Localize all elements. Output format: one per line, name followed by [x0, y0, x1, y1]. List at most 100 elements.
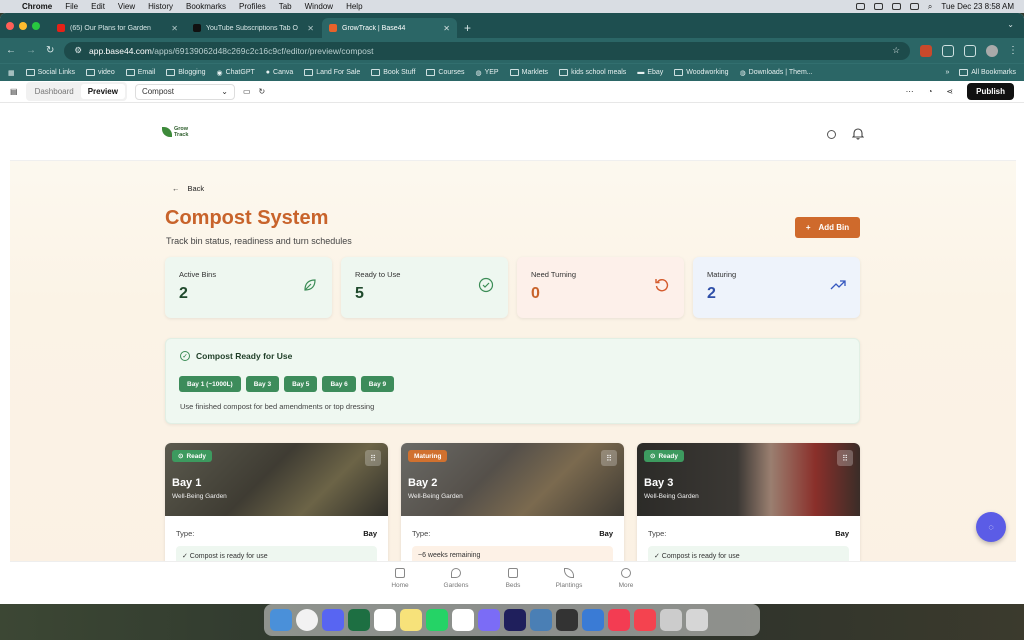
nav-more[interactable]: More: [601, 568, 651, 589]
bookmark-item[interactable]: ● Canva: [266, 69, 293, 76]
reminders-icon[interactable]: [452, 609, 474, 631]
drag-handle-icon[interactable]: ⠿: [601, 450, 617, 466]
finder-icon[interactable]: [270, 609, 292, 631]
bookmark-item[interactable]: Book Stuff: [371, 69, 415, 76]
app-icon[interactable]: [530, 609, 552, 631]
nav-home[interactable]: Home: [375, 568, 425, 589]
bookmark-item[interactable]: Marklets: [509, 69, 548, 76]
bookmark-item[interactable]: video: [85, 69, 115, 76]
bookmark-item[interactable]: Woodworking: [674, 69, 729, 76]
app-icon[interactable]: [478, 609, 500, 631]
news-icon[interactable]: [634, 609, 656, 631]
search-icon[interactable]: ⌕: [928, 2, 932, 12]
bin-card[interactable]: ⊙ Ready ⠿ Bay 3 Well-Being Garden Type: Ba…: [637, 443, 860, 573]
menu-edit[interactable]: Edit: [91, 2, 105, 11]
extension-icon[interactable]: [920, 44, 932, 57]
bookmark-item[interactable]: ◉ ChatGPT: [216, 69, 254, 77]
forward-arrow-icon[interactable]: →: [26, 45, 36, 56]
premiere-icon[interactable]: [504, 609, 526, 631]
media-icon[interactable]: [964, 44, 976, 57]
minimize-window-button[interactable]: [19, 21, 27, 30]
chevron-down-icon[interactable]: ⌄: [1007, 20, 1014, 29]
bookmark-item[interactable]: kids school meals: [559, 69, 626, 76]
theme-toggle-icon[interactable]: [827, 130, 836, 139]
preview-tab[interactable]: Preview: [80, 84, 125, 99]
ready-chip[interactable]: Bay 9: [360, 376, 395, 392]
close-icon[interactable]: ✕: [171, 24, 178, 33]
device-icon[interactable]: ▭: [243, 87, 251, 96]
bookmark-item[interactable]: Blogging: [166, 69, 205, 76]
discord-icon[interactable]: [322, 609, 344, 631]
add-bin-button[interactable]: + Add Bin: [795, 217, 860, 238]
site-info-icon[interactable]: ⚙: [74, 45, 82, 56]
sidebar-toggle-icon[interactable]: ▤: [10, 87, 18, 96]
puzzle-icon[interactable]: [942, 44, 954, 57]
menu-app-name[interactable]: Chrome: [22, 2, 52, 11]
menu-tab[interactable]: Tab: [279, 2, 292, 11]
music-icon[interactable]: [608, 609, 630, 631]
bookmark-item[interactable]: Land For Sale: [304, 69, 360, 76]
menu-help[interactable]: Help: [346, 2, 362, 11]
bookmark-item[interactable]: Email: [125, 69, 155, 76]
chrome-icon[interactable]: [296, 609, 318, 631]
drag-handle-icon[interactable]: ⠿: [365, 450, 381, 466]
avatar[interactable]: [986, 44, 998, 57]
chat-button[interactable]: ◌: [976, 512, 1006, 542]
more-vertical-icon[interactable]: ⋮: [1008, 45, 1018, 56]
notes-icon[interactable]: [400, 609, 422, 631]
ready-chip[interactable]: Bay 6: [322, 376, 356, 392]
battery-icon[interactable]: [909, 3, 919, 10]
bookmark-item[interactable]: ◍ YEP: [475, 69, 498, 77]
back-link[interactable]: ← Back: [172, 184, 204, 193]
ready-chip[interactable]: Bay 3: [245, 376, 280, 392]
browser-tab[interactable]: (65) Our Plans for Garden ✕: [50, 18, 185, 38]
status-icon[interactable]: [855, 3, 865, 10]
menubar-clock[interactable]: Tue Dec 23 8:58 AM: [941, 2, 1014, 11]
menu-file[interactable]: File: [65, 2, 78, 11]
nav-beds[interactable]: Beds: [488, 568, 538, 589]
preview-icon[interactable]: [660, 609, 682, 631]
menu-window[interactable]: Window: [305, 2, 333, 11]
publish-button[interactable]: Publish: [967, 83, 1014, 100]
calendar-icon[interactable]: [374, 609, 396, 631]
share-icon[interactable]: ⋖: [946, 87, 953, 96]
status-icon[interactable]: [873, 3, 883, 10]
nav-plantings[interactable]: Plantings: [544, 568, 594, 589]
close-window-button[interactable]: [6, 21, 14, 30]
zoom-window-button[interactable]: [32, 21, 40, 30]
close-icon[interactable]: ✕: [443, 24, 450, 33]
new-tab-button[interactable]: +: [458, 18, 477, 38]
growtrack-logo[interactable]: Grow Track: [162, 126, 188, 138]
browser-tab-active[interactable]: GrowTrack | Base44 ✕: [322, 18, 457, 38]
back-arrow-icon[interactable]: ←: [6, 45, 16, 56]
reload-icon[interactable]: ↻: [46, 45, 54, 56]
bin-card[interactable]: ⊙ Ready ⠿ Bay 1 Well-Being Garden Type: Ba…: [165, 443, 388, 573]
apps-grid-icon[interactable]: ▦: [8, 69, 15, 77]
more-horizontal-icon[interactable]: ⋯: [906, 87, 914, 96]
menu-view[interactable]: View: [118, 2, 135, 11]
drag-handle-icon[interactable]: ⠿: [837, 450, 853, 466]
close-icon[interactable]: ✕: [307, 24, 314, 33]
trash-icon[interactable]: [686, 609, 708, 631]
bookmark-item[interactable]: ◍ Downloads | Them...: [740, 69, 813, 77]
menu-profiles[interactable]: Profiles: [239, 2, 266, 11]
wifi-icon[interactable]: [891, 3, 901, 10]
bell-icon[interactable]: [852, 127, 864, 140]
menu-bookmarks[interactable]: Bookmarks: [186, 2, 226, 11]
nav-gardens[interactable]: Gardens: [431, 568, 481, 589]
browser-tab[interactable]: YouTube Subscriptions Tab O ✕: [186, 18, 321, 38]
bin-card[interactable]: Maturing ⠿ Bay 2 Well-Being Garden Type:…: [401, 443, 624, 573]
ready-chip[interactable]: Bay 1 (~1000L): [179, 376, 241, 392]
app-icon[interactable]: [582, 609, 604, 631]
refresh-icon[interactable]: ↻: [259, 87, 266, 96]
whatsapp-icon[interactable]: [426, 609, 448, 631]
star-icon[interactable]: ☆: [892, 45, 900, 56]
github-icon[interactable]: ◔: [928, 87, 933, 96]
bookmark-item[interactable]: Social Links: [25, 69, 75, 76]
bookmark-item[interactable]: ▬ Ebay: [637, 69, 663, 76]
excel-icon[interactable]: [348, 609, 370, 631]
page-select[interactable]: Compost ⌄: [134, 83, 235, 100]
all-bookmarks[interactable]: » All Bookmarks: [945, 69, 1016, 76]
address-bar[interactable]: ⚙ app.base44.com/apps/69139062d48c269c2c…: [64, 41, 910, 60]
menu-history[interactable]: History: [148, 2, 173, 11]
